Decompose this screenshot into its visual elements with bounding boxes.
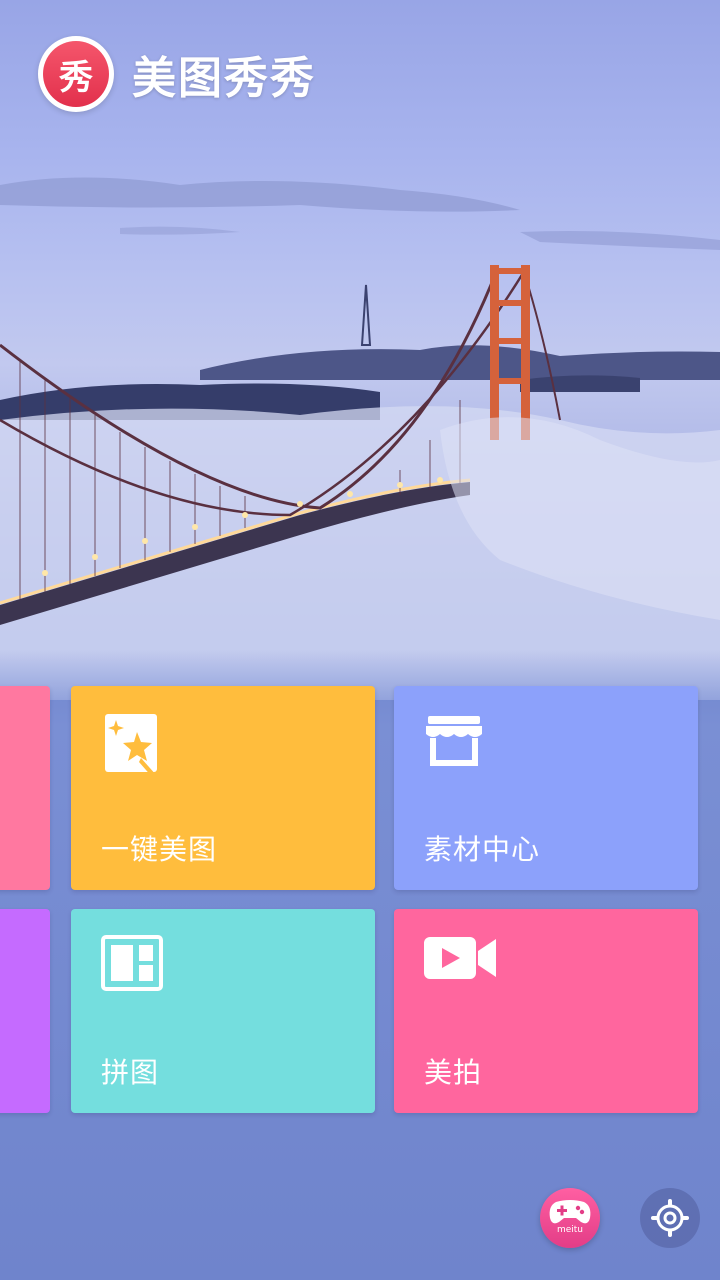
side-tile-bottom[interactable] bbox=[0, 909, 50, 1113]
gamepad-icon: meitu bbox=[548, 1198, 592, 1238]
side-tile-top[interactable] bbox=[0, 686, 50, 890]
material-center-tile[interactable]: 素材中心 bbox=[394, 686, 698, 890]
gear-icon bbox=[651, 1199, 689, 1237]
tile-label: 一键美图 bbox=[101, 833, 218, 866]
app-logo: 秀 美图秀秀 bbox=[38, 36, 316, 112]
logo-badge-glyph: 秀 bbox=[43, 41, 109, 107]
game-badge-text: meitu bbox=[556, 1225, 584, 1235]
app-title: 美图秀秀 bbox=[132, 53, 316, 104]
one-click-beautify-tile[interactable]: 一键美图 bbox=[71, 686, 375, 890]
meipai-tile[interactable]: 美拍 bbox=[394, 909, 698, 1113]
collage-tile[interactable]: 拼图 bbox=[71, 909, 375, 1113]
tile-label: 美拍 bbox=[424, 1056, 483, 1089]
store-icon bbox=[424, 712, 484, 776]
settings-button[interactable] bbox=[640, 1188, 700, 1248]
tile-label: 拼图 bbox=[101, 1056, 160, 1089]
video-camera-icon bbox=[424, 935, 496, 985]
magic-wand-icon bbox=[101, 712, 161, 782]
collage-icon bbox=[101, 935, 163, 995]
logo-badge: 秀 bbox=[38, 36, 114, 112]
game-center-button[interactable]: meitu bbox=[540, 1188, 600, 1248]
tile-label: 素材中心 bbox=[424, 833, 541, 866]
hero-banner: 秀 美图秀秀 bbox=[0, 0, 720, 700]
